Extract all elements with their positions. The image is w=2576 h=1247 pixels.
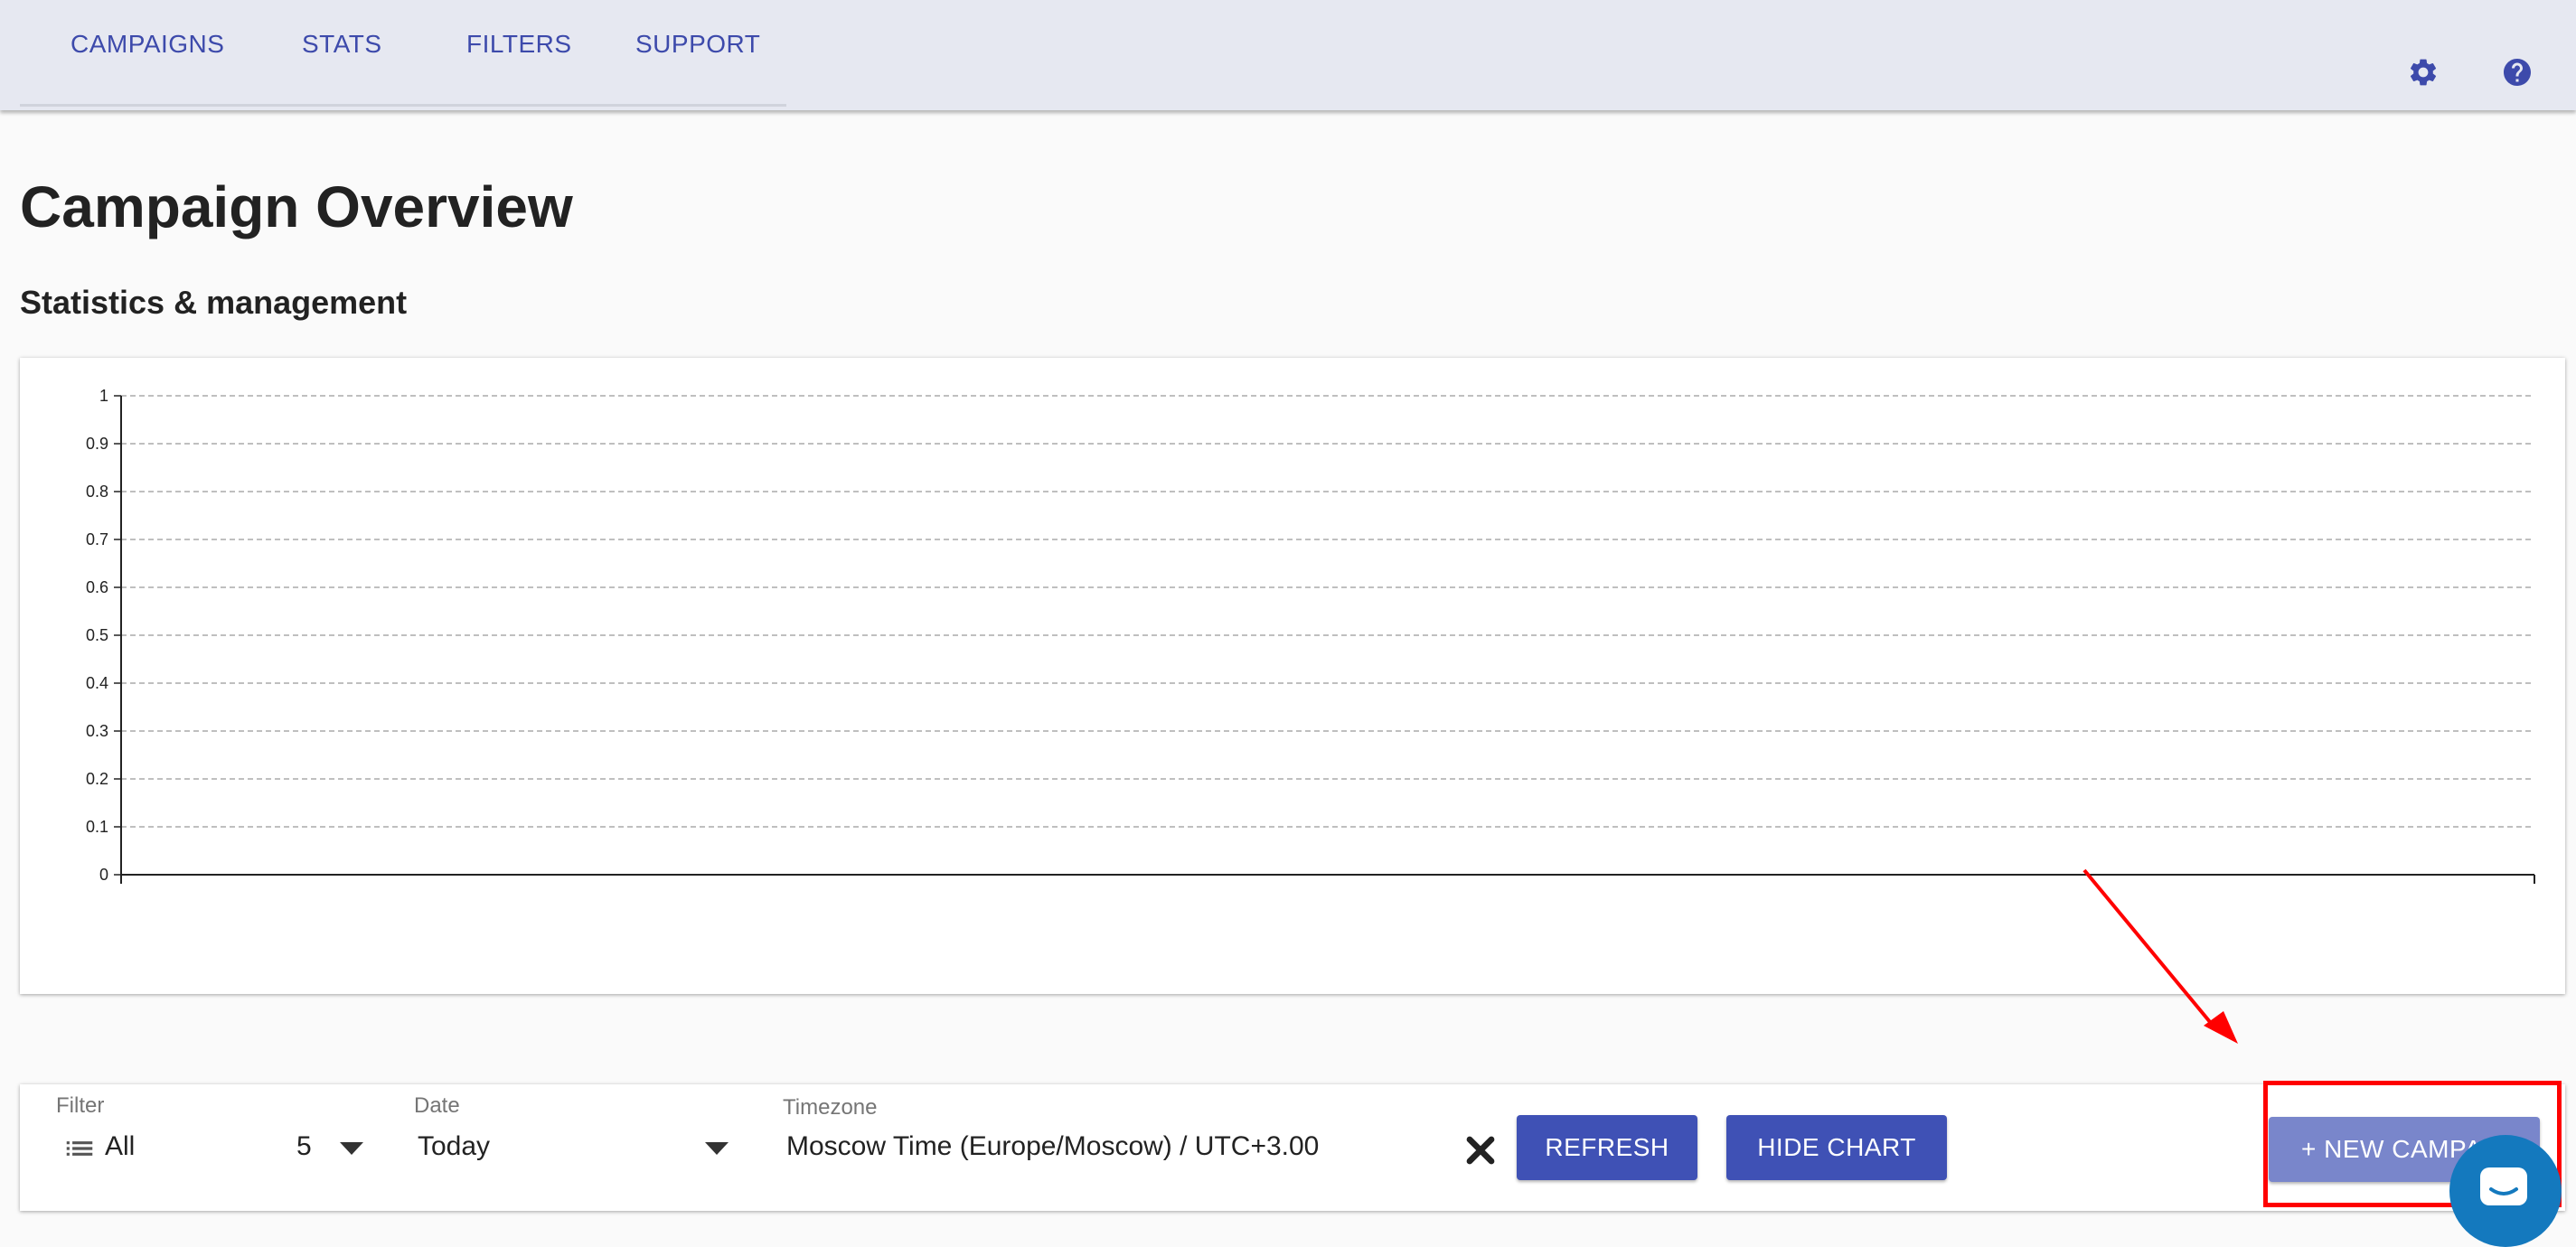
hide-chart-button[interactable]: HIDE CHART bbox=[1726, 1115, 1947, 1180]
annotation-arrow bbox=[2082, 868, 2238, 1044]
date-label: Date bbox=[414, 1093, 460, 1118]
y-tick-label: 0.1 bbox=[86, 818, 108, 836]
y-tick-label: 0.6 bbox=[86, 578, 108, 596]
y-tick-label: 1 bbox=[99, 387, 108, 405]
chevron-down-icon[interactable] bbox=[705, 1142, 729, 1155]
chevron-down-icon[interactable] bbox=[340, 1142, 363, 1155]
page-title: Campaign Overview bbox=[20, 174, 573, 239]
timezone-label: Timezone bbox=[783, 1095, 878, 1120]
chat-bubble-icon bbox=[2480, 1167, 2527, 1205]
page-subtitle: Statistics & management bbox=[20, 284, 408, 321]
tab-support[interactable]: SUPPORT bbox=[635, 0, 760, 107]
y-tick-label: 0.5 bbox=[86, 626, 108, 644]
tab-campaigns[interactable]: CAMPAIGNS bbox=[71, 0, 224, 107]
close-icon[interactable] bbox=[1464, 1134, 1497, 1167]
tab-stats[interactable]: STATS bbox=[302, 0, 382, 107]
date-select[interactable]: Today bbox=[418, 1131, 490, 1162]
y-tick-label: 0 bbox=[99, 866, 108, 884]
filter-count: 5 bbox=[296, 1131, 312, 1161]
list-icon[interactable] bbox=[60, 1131, 99, 1166]
help-circle-icon[interactable] bbox=[2501, 56, 2534, 89]
nav-tabs: CAMPAIGNS STATS FILTERS SUPPORT bbox=[20, 0, 786, 107]
campaign-toolbar: Filter All 5 Date Today Timezone Moscow … bbox=[20, 1084, 2565, 1211]
tab-filters[interactable]: FILTERS bbox=[466, 0, 572, 107]
timezone-select[interactable]: Moscow Time (Europe/Moscow) / UTC+3.00 bbox=[786, 1131, 1319, 1162]
y-tick-label: 0.8 bbox=[86, 483, 108, 501]
chat-button[interactable] bbox=[2449, 1135, 2562, 1247]
top-navigation-bar: CAMPAIGNS STATS FILTERS SUPPORT bbox=[0, 0, 2576, 110]
y-tick-label: 0.3 bbox=[86, 722, 108, 740]
y-tick-label: 0.9 bbox=[86, 435, 108, 453]
filter-label: Filter bbox=[56, 1093, 105, 1118]
gear-icon[interactable] bbox=[2407, 56, 2440, 89]
refresh-button[interactable]: REFRESH bbox=[1517, 1115, 1697, 1180]
filter-value[interactable]: All bbox=[105, 1131, 135, 1162]
y-tick-label: 0.7 bbox=[86, 530, 108, 548]
y-tick-label: 0.4 bbox=[86, 674, 108, 692]
y-tick-label: 0.2 bbox=[86, 770, 108, 788]
